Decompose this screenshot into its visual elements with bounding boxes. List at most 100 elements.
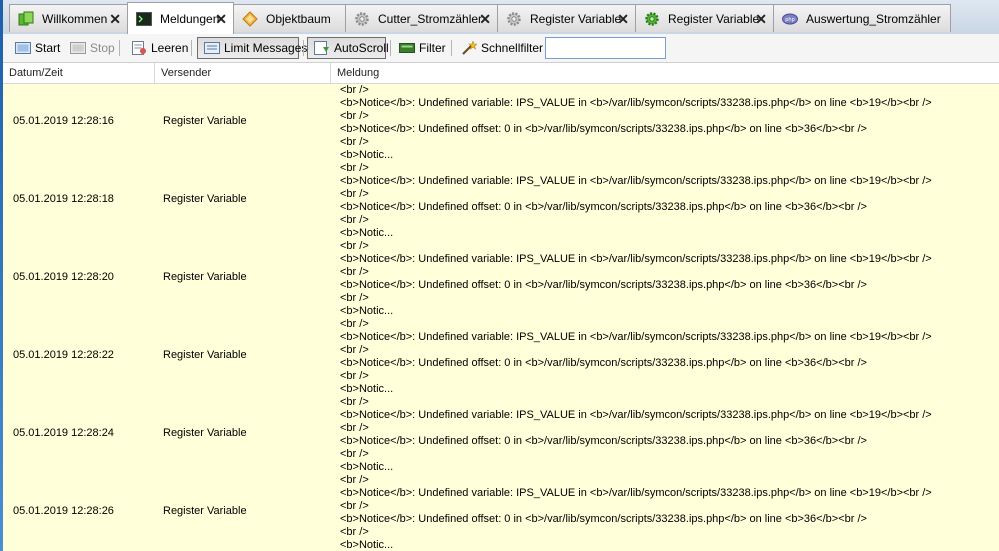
close-icon[interactable]: ✕ xyxy=(617,12,629,26)
svg-text:php: php xyxy=(785,17,795,23)
tab-bar: Willkommen ✕ Meldungen ✕ Objektbaum Cutt… xyxy=(3,0,999,35)
tab-register-variable-2[interactable]: Register Variable ✕ xyxy=(635,4,774,32)
tab-label: Cutter_Stromzähler xyxy=(378,11,483,26)
tab-label: Meldungen xyxy=(160,11,220,26)
start-button[interactable]: Start xyxy=(9,37,60,59)
cell-sender: Register Variable xyxy=(163,115,247,127)
table-row[interactable]: 05.01.2019 12:28:18 Register Variable <br … xyxy=(3,162,999,240)
tab-register-variable-1[interactable]: Register Variable ✕ xyxy=(497,4,636,32)
quickfilter-input[interactable] xyxy=(545,37,666,59)
tab-label: Register Variable xyxy=(668,11,760,26)
message-line: <br /> xyxy=(340,240,369,252)
message-line: <br /> xyxy=(340,422,369,434)
message-line: <br /> xyxy=(340,188,369,200)
tab-auswertung-stromzaehler[interactable]: php Auswertung_Stromzähler xyxy=(773,4,951,32)
message-line: <br /> xyxy=(340,344,369,356)
message-line: <b>Notic... xyxy=(340,227,394,239)
table-row[interactable]: 05.01.2019 12:28:22 Register Variable <br … xyxy=(3,318,999,396)
message-line: <b>Notice</b>: Undefined offset: 0 in <b… xyxy=(340,435,867,447)
column-header-message[interactable]: Meldung xyxy=(331,63,991,83)
message-line: <b>Notic... xyxy=(340,149,394,161)
limit-icon xyxy=(204,41,220,55)
object-tree-icon xyxy=(242,10,258,27)
cell-sender: Register Variable xyxy=(163,271,247,283)
table-row[interactable]: 05.01.2019 12:28:26 Register Variable <br … xyxy=(3,474,999,551)
tab-meldungen[interactable]: Meldungen ✕ xyxy=(127,2,234,34)
message-line: <b>Notice</b>: Undefined variable: IPS_V… xyxy=(340,253,932,265)
tab-willkommen[interactable]: Willkommen ✕ xyxy=(9,4,128,32)
filter-button[interactable]: Filter xyxy=(393,37,446,59)
message-line: <br /> xyxy=(340,500,369,512)
limit-messages-toggle[interactable]: Limit Messages xyxy=(197,37,307,59)
toolbar-separator xyxy=(303,40,304,56)
welcome-icon xyxy=(18,11,34,27)
column-header-sender[interactable]: Versender xyxy=(155,63,331,83)
message-line: <br /> xyxy=(340,84,369,96)
clear-icon xyxy=(131,41,147,55)
column-header-datetime[interactable]: Datum/Zeit xyxy=(3,63,155,83)
cell-sender: Register Variable xyxy=(163,427,247,439)
message-line: <br /> xyxy=(340,162,369,174)
magic-wand-icon xyxy=(461,40,478,55)
table-row[interactable]: 05.01.2019 12:28:16 Register Variable <br … xyxy=(3,84,999,162)
filter-icon xyxy=(399,41,415,55)
close-icon[interactable]: ✕ xyxy=(755,12,767,26)
cell-message: <br /> <b>Notice</b>: Undefined variable:… xyxy=(340,240,932,318)
message-line: <b>Notice</b>: Undefined offset: 0 in <b… xyxy=(340,123,867,135)
message-line: <b>Notice</b>: Undefined variable: IPS_V… xyxy=(340,331,932,343)
tab-cutter-stromzaehler[interactable]: Cutter_Stromzähler ✕ xyxy=(345,4,498,32)
cell-datetime: 05.01.2019 12:28:22 xyxy=(13,349,114,361)
stop-label: Stop xyxy=(90,41,115,55)
limit-messages-label: Limit Messages xyxy=(224,41,308,55)
cell-datetime: 05.01.2019 12:28:16 xyxy=(13,115,114,127)
message-line: <br /> xyxy=(340,318,369,330)
message-line: <br /> xyxy=(340,292,369,304)
toolbar-separator xyxy=(119,40,120,56)
message-line: <b>Notice</b>: Undefined variable: IPS_V… xyxy=(340,175,932,187)
stop-button[interactable]: Stop xyxy=(64,37,115,59)
gear-green-icon xyxy=(644,11,660,27)
table-row[interactable]: 05.01.2019 12:28:20 Register Variable <br … xyxy=(3,240,999,318)
message-line: <br /> xyxy=(340,266,369,278)
message-line: <b>Notice</b>: Undefined offset: 0 in <b… xyxy=(340,279,867,291)
message-line: <b>Notice</b>: Undefined variable: IPS_V… xyxy=(340,409,932,421)
cell-message: <br /> <b>Notice</b>: Undefined variable:… xyxy=(340,396,932,474)
autoscroll-icon xyxy=(314,41,330,55)
message-line: <b>Notic... xyxy=(340,305,394,317)
tab-label: Auswertung_Stromzähler xyxy=(806,11,941,26)
cell-sender: Register Variable xyxy=(163,193,247,205)
message-line: <b>Notice</b>: Undefined variable: IPS_V… xyxy=(340,487,932,499)
message-line: <br /> xyxy=(340,448,369,460)
cell-message: <br /> <b>Notice</b>: Undefined variable:… xyxy=(340,318,932,396)
tab-label: Register Variable xyxy=(530,11,622,26)
tab-objektbaum[interactable]: Objektbaum xyxy=(233,4,346,32)
cell-sender: Register Variable xyxy=(163,349,247,361)
quickfilter-label: Schnellfilter xyxy=(481,41,544,55)
clear-button[interactable]: Leeren xyxy=(125,37,188,59)
cell-sender: Register Variable xyxy=(163,505,247,517)
autoscroll-label: AutoScroll xyxy=(334,41,389,55)
toolbar-separator xyxy=(191,40,192,56)
cell-message: <br /> <b>Notice</b>: Undefined variable:… xyxy=(340,84,932,162)
tab-label: Willkommen xyxy=(42,11,108,26)
message-line: <br /> xyxy=(340,396,369,408)
autoscroll-toggle[interactable]: AutoScroll xyxy=(307,37,389,59)
cell-datetime: 05.01.2019 12:28:26 xyxy=(13,505,114,517)
table-row[interactable]: 05.01.2019 12:28:24 Register Variable <br … xyxy=(3,396,999,474)
message-table-body: 05.01.2019 12:28:16 Register Variable <br … xyxy=(3,84,999,551)
close-icon[interactable]: ✕ xyxy=(109,12,121,26)
close-icon[interactable]: ✕ xyxy=(215,12,227,26)
clear-label: Leeren xyxy=(151,41,189,55)
message-table-header: Datum/Zeit Versender Meldung xyxy=(3,63,999,84)
tab-label: Objektbaum xyxy=(266,11,331,26)
toolbar-separator xyxy=(390,40,391,56)
toolbar-separator xyxy=(451,40,452,56)
message-line: <b>Notic... xyxy=(340,383,394,395)
start-icon xyxy=(15,41,31,55)
message-line: <br /> xyxy=(340,136,369,148)
close-icon[interactable]: ✕ xyxy=(479,12,491,26)
message-line: <br /> xyxy=(340,526,369,538)
gear-icon xyxy=(506,11,522,27)
filter-label: Filter xyxy=(419,41,446,55)
message-line: <br /> xyxy=(340,370,369,382)
